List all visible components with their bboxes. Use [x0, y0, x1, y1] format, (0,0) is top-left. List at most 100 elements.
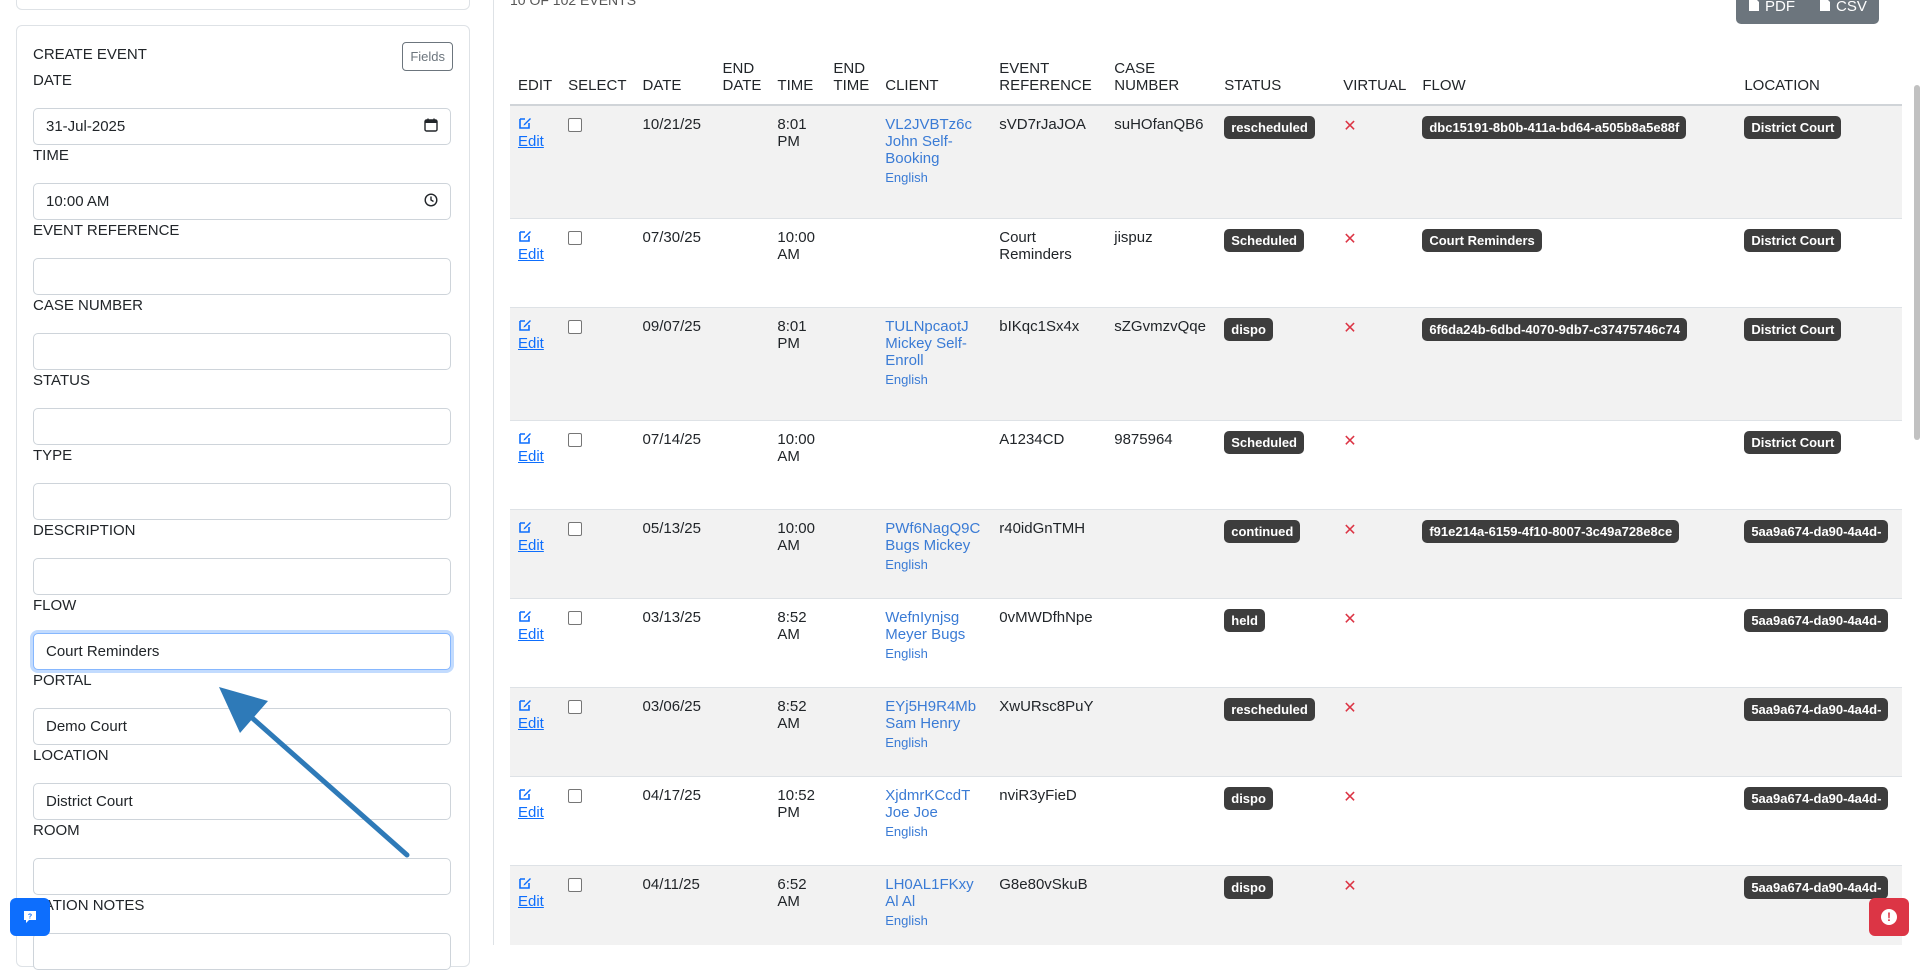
alert-button[interactable]: ! [1869, 898, 1909, 936]
flow-cell [1414, 776, 1737, 866]
edit-pencil-icon[interactable] [518, 318, 552, 335]
edit-link[interactable]: Edit [518, 626, 544, 643]
location-input[interactable]: District Court [33, 783, 451, 820]
edit-pencil-icon[interactable] [518, 787, 552, 804]
pdf-export-button[interactable]: PDF [1736, 0, 1807, 24]
clock-icon[interactable] [424, 192, 438, 211]
edit-link[interactable]: Edit [518, 715, 544, 732]
select-checkbox[interactable] [568, 319, 583, 334]
select-cell [560, 509, 635, 599]
column-header-client[interactable]: CLIENT [877, 56, 992, 106]
column-header-time[interactable]: TIME [769, 56, 826, 106]
edit-pencil-icon[interactable] [518, 698, 552, 715]
client-id-link[interactable]: XjdmrKCcdT [885, 787, 983, 804]
column-header-location[interactable]: LOCATION [1736, 56, 1903, 106]
edit-link[interactable]: Edit [518, 448, 544, 465]
status-badge: rescheduled [1224, 116, 1315, 139]
case-number-cell [1106, 865, 1217, 945]
client-id-link[interactable]: VL2JVBTz6c [885, 116, 983, 133]
flow-label: FLOW [33, 597, 77, 614]
client-id-link[interactable]: WefnIynjsg [885, 609, 983, 626]
client-name-link[interactable]: Sam Henry [885, 715, 983, 732]
select-checkbox[interactable] [568, 230, 583, 245]
client-id-link[interactable]: PWf6NagQ9C [885, 520, 983, 537]
event-reference-input[interactable] [33, 258, 451, 295]
client-cell: LH0AL1FKxy Al Al English [877, 865, 992, 945]
date-cell: 03/13/25 [634, 598, 715, 688]
select-checkbox[interactable] [568, 788, 583, 803]
column-header-edit[interactable]: EDIT [510, 56, 561, 106]
select-checkbox[interactable] [568, 521, 583, 536]
flow-input[interactable]: Court Reminders [33, 633, 451, 670]
time-cell: 8:01 PM [769, 105, 826, 219]
room-label: ROOM [33, 822, 80, 839]
edit-pencil-icon[interactable] [518, 876, 552, 893]
column-header-end-time[interactable]: END TIME [825, 56, 878, 106]
portal-input[interactable]: Demo Court [33, 708, 451, 745]
edit-link[interactable]: Edit [518, 537, 544, 554]
client-id-link[interactable]: LH0AL1FKxy [885, 876, 983, 893]
client-name-link[interactable]: Joe Joe [885, 804, 983, 821]
time-field[interactable]: 10:00 AM [33, 183, 451, 220]
edit-pencil-icon[interactable] [518, 609, 552, 626]
select-checkbox[interactable] [568, 610, 583, 625]
select-checkbox[interactable] [568, 432, 583, 447]
select-cell [560, 105, 635, 219]
table-row: Edit 10/21/25 8:01 PM VL2JVBTz6c John Self-B… [510, 105, 1903, 219]
column-header-case-number[interactable]: CASE NUMBER [1106, 56, 1217, 106]
column-header-event-reference[interactable]: EVENT REFERENCE [991, 56, 1107, 106]
case-number-input[interactable] [33, 333, 451, 370]
column-header-select[interactable]: SELECT [560, 56, 635, 106]
client-name-link[interactable]: Mickey Self-Enroll [885, 335, 983, 369]
table-row: Edit 03/06/25 8:52 AM EYj5H9R4Mb Sam Henry En… [510, 687, 1903, 777]
column-header-date[interactable]: DATE [634, 56, 715, 106]
virtual-cell: ✕ [1335, 218, 1415, 308]
edit-pencil-icon[interactable] [518, 229, 552, 246]
client-id-link[interactable]: TULNpcaotJ [885, 318, 983, 335]
column-header-flow[interactable]: FLOW [1414, 56, 1737, 106]
room-input[interactable] [33, 858, 451, 895]
page-scrollbar-thumb[interactable] [1914, 85, 1920, 440]
virtual-cell: ✕ [1335, 687, 1415, 777]
edit-link[interactable]: Edit [518, 893, 544, 910]
edit-cell: Edit [510, 776, 561, 866]
status-label: STATUS [33, 372, 90, 389]
client-name-link[interactable]: Meyer Bugs [885, 626, 983, 643]
flow-cell: 6f6da24b-6dbd-4070-9db7-c37475746c74 [1414, 307, 1737, 421]
client-cell: EYj5H9R4Mb Sam Henry English [877, 687, 992, 777]
fields-button[interactable]: Fields [402, 42, 453, 71]
case-number-cell [1106, 598, 1217, 688]
type-input[interactable] [33, 483, 451, 520]
edit-cell: Edit [510, 865, 561, 945]
csv-export-button[interactable]: CSV [1807, 0, 1879, 24]
client-id-link[interactable]: EYj5H9R4Mb [885, 698, 983, 715]
edit-pencil-icon[interactable] [518, 116, 552, 133]
client-name-link[interactable]: Al Al [885, 893, 983, 910]
column-header-end-date[interactable]: END DATE [714, 56, 770, 106]
select-checkbox[interactable] [568, 118, 583, 132]
end-date-cell [714, 509, 770, 599]
event-reference-cell: G8e80vSkuB [991, 865, 1107, 945]
select-checkbox[interactable] [568, 699, 583, 714]
column-header-status[interactable]: STATUS [1216, 56, 1336, 106]
client-name-link[interactable]: Bugs Mickey [885, 537, 983, 554]
previous-card-edge [16, 0, 470, 10]
not-virtual-x-icon: ✕ [1343, 521, 1357, 539]
edit-pencil-icon[interactable] [518, 520, 552, 537]
date-field[interactable]: 31-Jul-2025 [33, 108, 451, 145]
location-notes-input[interactable] [33, 933, 451, 970]
edit-pencil-icon[interactable] [518, 431, 552, 448]
client-name-link[interactable]: John Self-Booking [885, 133, 983, 167]
end-time-cell [825, 598, 878, 688]
calendar-icon[interactable] [424, 118, 438, 136]
edit-link[interactable]: Edit [518, 133, 544, 150]
select-checkbox[interactable] [568, 877, 583, 892]
status-input[interactable] [33, 408, 451, 445]
description-input[interactable] [33, 558, 451, 595]
edit-link[interactable]: Edit [518, 246, 544, 263]
edit-link[interactable]: Edit [518, 335, 544, 352]
edit-link[interactable]: Edit [518, 804, 544, 821]
chat-help-button[interactable]: ? [10, 898, 50, 936]
date-cell: 09/07/25 [634, 307, 715, 421]
column-header-virtual[interactable]: VIRTUAL [1335, 56, 1415, 106]
